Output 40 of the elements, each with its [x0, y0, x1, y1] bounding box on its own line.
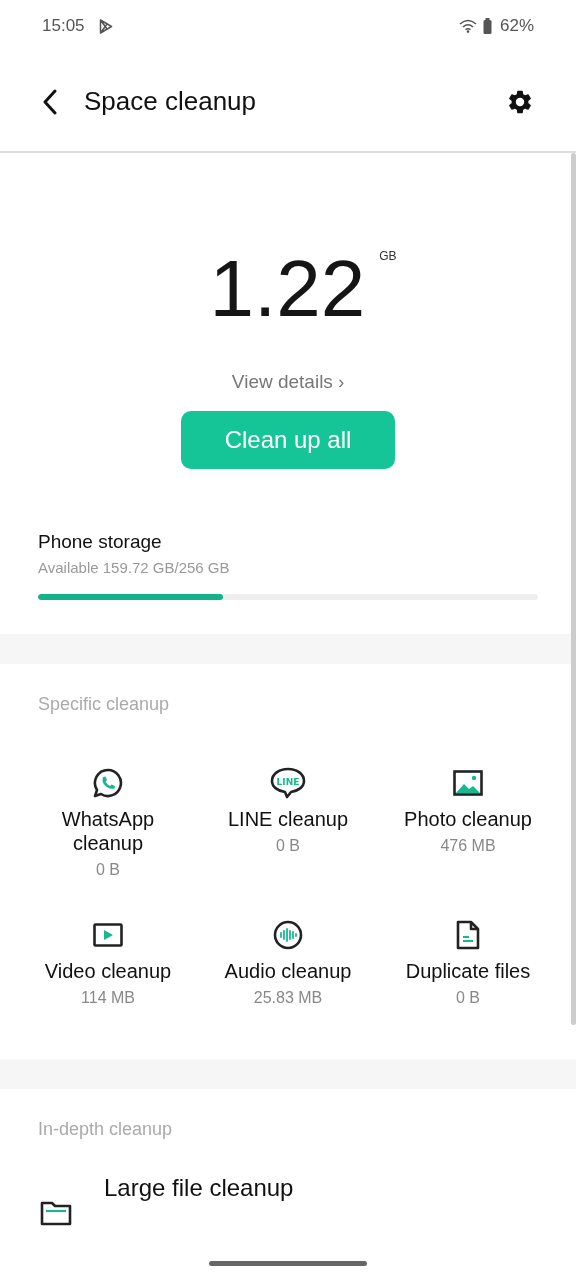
page-title: Space cleanup: [84, 86, 257, 117]
section-heading: In-depth cleanup: [37, 1119, 174, 1140]
document-icon: [456, 919, 480, 951]
cleanup-tile[interactable]: LINE LINE cleanup 0 B: [198, 767, 378, 879]
tile-label: Video cleanup: [44, 959, 172, 983]
cleanable-amount: 1.22: [209, 247, 366, 331]
cleanup-tile[interactable]: Photo cleanup 476 MB: [378, 767, 558, 879]
wifi-icon: [458, 19, 477, 33]
battery-icon: [482, 18, 492, 34]
view-details-link[interactable]: View details ›: [231, 371, 345, 393]
image-icon: [453, 767, 483, 799]
cleanup-tile[interactable]: Video cleanup 114 MB: [18, 919, 198, 1007]
tile-label: LINE cleanup: [227, 807, 349, 831]
storage-available: Available 159.72 GB/256 GB: [38, 559, 231, 576]
chat-phone-icon: [92, 767, 124, 799]
tile-label: Duplicate files: [405, 959, 531, 983]
storage-label: Phone storage: [38, 531, 163, 553]
tile-size: 0 B: [456, 989, 480, 1007]
audio-wave-icon: [273, 919, 303, 951]
tile-label: Photo cleanup: [404, 807, 532, 831]
amount-unit: GB: [379, 249, 397, 263]
status-time: 15:05: [42, 16, 85, 36]
cleanup-tile[interactable]: Audio cleanup 25.83 MB: [198, 919, 378, 1007]
folder-icon: [40, 1200, 72, 1226]
tile-label: WhatsApp cleanup: [60, 807, 156, 855]
back-icon[interactable]: [42, 88, 58, 115]
cleanup-row[interactable]: Large file cleanup: [0, 1140, 576, 1226]
cleanup-tile[interactable]: Duplicate files 0 B: [378, 919, 558, 1007]
line-chat-icon: LINE: [270, 767, 306, 799]
tile-size: 114 MB: [81, 989, 135, 1007]
tile-size: 476 MB: [440, 837, 496, 855]
section-heading: Specific cleanup: [37, 694, 171, 715]
tile-label: Audio cleanup: [224, 959, 352, 983]
tile-size: 25.83 MB: [253, 989, 323, 1007]
play-store-icon: [98, 18, 113, 34]
tile-size: 0 B: [276, 837, 300, 855]
tile-size: 0 B: [96, 861, 120, 879]
battery-level: 62%: [499, 16, 534, 36]
row-label: Large file cleanup: [104, 1174, 294, 1202]
cleanup-tile[interactable]: WhatsApp cleanup 0 B: [18, 767, 198, 879]
